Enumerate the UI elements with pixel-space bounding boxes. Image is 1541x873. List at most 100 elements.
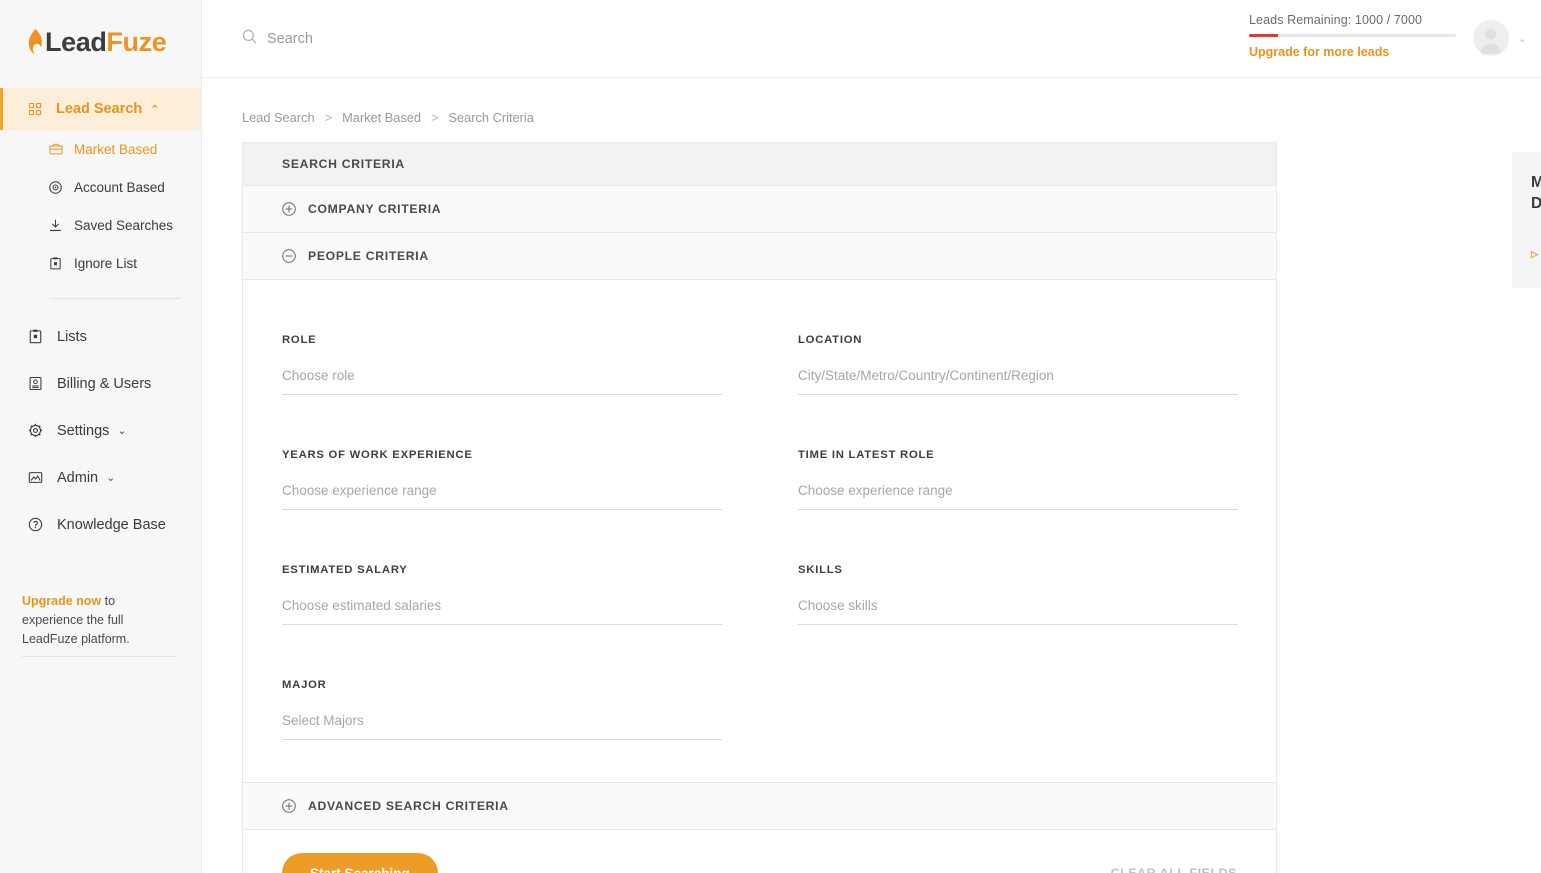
sidebar-item-billing-users[interactable]: Billing & Users xyxy=(0,360,201,407)
upgrade-for-more-leads-link[interactable]: Upgrade for more leads xyxy=(1249,45,1457,59)
input-years-of-work-experience[interactable]: Choose experience range xyxy=(282,483,722,510)
field-estimated-salary: ESTIMATED SALARY Choose estimated salari… xyxy=(282,564,722,625)
app-root: LeadFuze Lead Search ⌃ xyxy=(0,0,1541,873)
panel-footer: Start Searching CLEAR ALL FIELDS xyxy=(243,830,1276,873)
plus-circle-icon xyxy=(282,799,296,813)
content-area: Lead Search > Market Based > Search Crit… xyxy=(202,78,1541,873)
field-location: LOCATION City/State/Metro/Country/Contin… xyxy=(798,334,1238,395)
clipboard-icon xyxy=(27,328,44,345)
briefcase-icon xyxy=(48,142,63,157)
input-skills[interactable]: Choose skills xyxy=(798,598,1238,625)
chevron-down-icon: ⌄ xyxy=(1518,32,1527,45)
sidebar-item-settings[interactable]: Settings ⌄ xyxy=(0,407,201,454)
field-label-skills: SKILLS xyxy=(798,564,1238,576)
field-years-of-work-experience: YEARS OF WORK EXPERIENCE Choose experien… xyxy=(282,449,722,510)
sidebar-divider-top xyxy=(50,298,181,299)
input-location[interactable]: City/State/Metro/Country/Continent/Regio… xyxy=(798,368,1238,395)
search-criteria-panel: SEARCH CRITERIA COMPANY CRITERIA xyxy=(242,142,1277,873)
field-time-in-latest-role: TIME IN LATEST ROLE Choose experience ra… xyxy=(798,449,1238,510)
leads-remaining-text: Leads Remaining: 1000 / 7000 xyxy=(1249,13,1457,27)
flame-icon xyxy=(27,29,44,55)
download-icon xyxy=(48,218,63,233)
placeholder-major: Select Majors xyxy=(282,713,364,728)
field-label-location: LOCATION xyxy=(798,334,1238,346)
grid-gap xyxy=(798,679,1238,740)
sidebar-item-lead-search[interactable]: Lead Search ⌃ xyxy=(0,88,201,130)
sidebar-item-label-ignore-list: Ignore List xyxy=(74,256,137,271)
sidebar-nav-main: Lists Billing & Users xyxy=(0,313,201,548)
section-label-company-criteria: COMPANY CRITERIA xyxy=(308,202,441,216)
sidebar-item-label-admin: Admin xyxy=(57,470,98,486)
placeholder-role: Choose role xyxy=(282,368,355,383)
input-time-in-latest-role[interactable]: Choose experience range xyxy=(798,483,1238,510)
market-based-demo-card: Market Based Demo × ▷ WATCH VIDEO xyxy=(1512,152,1541,288)
input-estimated-salary[interactable]: Choose estimated salaries xyxy=(282,598,722,625)
chevron-up-icon: ⌃ xyxy=(150,103,159,116)
target-icon xyxy=(48,180,63,195)
avatar xyxy=(1473,20,1509,56)
search-icon xyxy=(242,29,257,49)
sidebar-item-knowledge-base[interactable]: Knowledge Base xyxy=(0,501,201,548)
input-major[interactable]: Select Majors xyxy=(282,713,722,740)
topbar: Search Leads Remaining: 1000 / 7000 Upgr… xyxy=(202,0,1541,78)
field-label-major: MAJOR xyxy=(282,679,722,691)
sidebar-nav-lead-search: Lead Search ⌃ Market Based xyxy=(0,88,201,282)
field-label-years-of-work-experience: YEARS OF WORK EXPERIENCE xyxy=(282,449,722,461)
sidebar-upgrade-note: Upgrade now to experience the full LeadF… xyxy=(22,592,177,649)
grid-icon xyxy=(27,101,44,118)
clear-all-fields-link[interactable]: CLEAR ALL FIELDS xyxy=(1111,866,1237,873)
breadcrumb: Lead Search > Market Based > Search Crit… xyxy=(242,110,1541,125)
question-circle-icon xyxy=(27,516,44,533)
billing-icon xyxy=(27,375,44,392)
leads-remaining-block: Leads Remaining: 1000 / 7000 Upgrade for… xyxy=(1249,13,1457,59)
input-role[interactable]: Choose role xyxy=(282,368,722,395)
sidebar-item-account-based[interactable]: Account Based xyxy=(0,168,201,206)
logo-text-fuze: Fuze xyxy=(106,27,166,58)
grid-gap xyxy=(722,564,798,625)
chevron-down-icon: ⌄ xyxy=(106,471,115,484)
sidebar-item-label-settings: Settings xyxy=(57,423,109,439)
field-major: MAJOR Select Majors xyxy=(282,679,722,740)
field-role: ROLE Choose role xyxy=(282,334,722,395)
upgrade-now-link[interactable]: Upgrade now xyxy=(22,594,101,608)
breadcrumb-separator: > xyxy=(431,110,438,125)
people-criteria-fields: ROLE Choose role LOCATION City/State/Met… xyxy=(243,280,1276,783)
account-menu[interactable]: ⌄ xyxy=(1473,20,1527,56)
watch-video-link[interactable]: ▷ WATCH VIDEO xyxy=(1531,248,1541,261)
promo-title: Market Based Demo xyxy=(1531,172,1541,214)
logo[interactable]: LeadFuze xyxy=(0,0,201,84)
section-company-criteria[interactable]: COMPANY CRITERIA xyxy=(243,186,1276,233)
logo-text-lead: Lead xyxy=(45,27,106,58)
start-searching-button[interactable]: Start Searching xyxy=(282,853,438,873)
section-people-criteria[interactable]: PEOPLE CRITERIA xyxy=(243,233,1276,280)
sidebar-divider-bottom xyxy=(22,656,177,657)
sidebar-item-market-based[interactable]: Market Based xyxy=(0,130,201,168)
sidebar-item-lists[interactable]: Lists xyxy=(0,313,201,360)
grid-gap xyxy=(722,334,798,395)
sidebar: LeadFuze Lead Search ⌃ xyxy=(0,0,202,873)
placeholder-skills: Choose skills xyxy=(798,598,878,613)
minus-circle-icon xyxy=(282,249,296,263)
breadcrumb-item-lead-search[interactable]: Lead Search xyxy=(242,110,315,125)
grid-gap xyxy=(722,679,798,740)
search-placeholder: Search xyxy=(267,31,313,47)
section-label-advanced-search-criteria: ADVANCED SEARCH CRITERIA xyxy=(308,799,509,813)
sidebar-item-admin[interactable]: Admin ⌄ xyxy=(0,454,201,501)
section-advanced-search-criteria[interactable]: ADVANCED SEARCH CRITERIA xyxy=(243,783,1276,830)
breadcrumb-separator: > xyxy=(325,110,332,125)
sidebar-item-label-lists: Lists xyxy=(57,329,87,345)
placeholder-estimated-salary: Choose estimated salaries xyxy=(282,598,441,613)
grid-gap xyxy=(722,449,798,510)
plus-circle-icon xyxy=(282,202,296,216)
sidebar-item-label-billing-users: Billing & Users xyxy=(57,376,151,392)
main-area: Search Leads Remaining: 1000 / 7000 Upgr… xyxy=(202,0,1541,873)
field-label-time-in-latest-role: TIME IN LATEST ROLE xyxy=(798,449,1238,461)
sidebar-item-ignore-list[interactable]: Ignore List xyxy=(0,244,201,282)
panel-title: SEARCH CRITERIA xyxy=(243,143,1276,186)
sidebar-item-saved-searches[interactable]: Saved Searches xyxy=(0,206,201,244)
gear-icon xyxy=(27,422,44,439)
breadcrumb-item-search-criteria[interactable]: Search Criteria xyxy=(449,110,534,125)
search-input[interactable]: Search xyxy=(242,29,313,49)
chevron-down-icon: ⌄ xyxy=(117,424,126,437)
breadcrumb-item-market-based[interactable]: Market Based xyxy=(342,110,421,125)
